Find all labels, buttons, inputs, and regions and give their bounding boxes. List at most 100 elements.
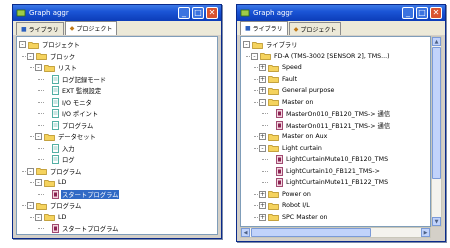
tree-folder-item[interactable]: - FD-A (TMS-3002 [SENSOR 2], TMS...) [251, 51, 391, 62]
tab-project[interactable]: ◆ プロジェクト [64, 21, 118, 35]
tree-folder-item[interactable]: - LD [35, 177, 67, 188]
folder-icon [268, 87, 279, 95]
maximize-button[interactable]: □ [416, 7, 428, 19]
window-title: Graph aggr [29, 9, 69, 17]
scroll-down-button[interactable]: ▼ [432, 217, 441, 226]
tree-item-label: 入力 [62, 145, 75, 153]
collapse-icon[interactable]: - [27, 52, 34, 60]
minimize-button[interactable]: _ [178, 7, 190, 19]
collapse-icon[interactable]: - [243, 41, 250, 48]
collapse-icon[interactable]: - [259, 98, 266, 106]
minimize-icon: _ [182, 8, 186, 17]
tree-item[interactable]: MasterOn010_FB120_TMS-> 通信 [267, 108, 391, 119]
tree-folder-item[interactable]: - プロジェクト [19, 39, 81, 50]
tree-connector [38, 101, 44, 103]
tree-folder-item[interactable]: + Speed [259, 62, 303, 73]
close-icon: ✕ [432, 8, 440, 17]
document-icon [52, 74, 59, 84]
tree-item[interactable]: LightCurtainMute11_FB122_TMS [267, 177, 389, 188]
tree-item[interactable]: I/O ポイント [43, 108, 99, 119]
tree-item[interactable]: プログラム [43, 120, 94, 131]
tree-folder-item[interactable]: + SPC Master on [259, 212, 329, 223]
tree-item-label: プログラム [50, 168, 82, 176]
tree-item-label: MasterOn010_FB120_TMS-> 通信 [286, 111, 391, 118]
expand-icon[interactable]: + [259, 75, 266, 83]
minimize-button[interactable]: _ [402, 7, 414, 19]
collapse-icon[interactable]: - [35, 179, 42, 186]
collapse-icon[interactable]: - [19, 41, 26, 48]
tree-item[interactable]: スタートプログラム [43, 223, 119, 234]
folder-icon [268, 98, 279, 106]
tree-item[interactable]: LightCurtain10_FB121_TMS-> [267, 166, 381, 177]
tree-folder-item[interactable]: + General purpose [259, 85, 335, 96]
tree-folder-item[interactable]: - リスト [35, 62, 78, 73]
tree-folder-item[interactable]: + Master on Aux [259, 131, 328, 142]
tree-folder-item[interactable]: + Fault [259, 74, 298, 85]
tab-library[interactable]: ■ ライブラリ [240, 21, 288, 35]
arrow-left-icon: ◀ [243, 229, 248, 236]
collapse-icon[interactable]: - [35, 213, 42, 221]
tree-folder-item[interactable]: - プログラム [27, 200, 82, 211]
tree-item[interactable]: 入力 [43, 143, 76, 154]
tab-library[interactable]: ■ ライブラリ [16, 22, 64, 35]
folder-icon [260, 52, 271, 60]
tree-item-label: EXT 監視設定 [62, 88, 102, 95]
tree-folder-item[interactable]: - Light curtain [259, 143, 323, 154]
tree-item[interactable]: ログ [43, 154, 76, 165]
app-icon [240, 8, 250, 18]
tree-item[interactable]: MasterOn011_FB121_TMS-> 通信 [267, 120, 391, 131]
project-tree[interactable]: - プロジェクト - ブロック - リスト ログ記録モード EXT 監視設定 I/O モニタ I/… [16, 36, 218, 235]
close-button[interactable]: ✕ [430, 7, 442, 19]
tree-connector [254, 90, 260, 91]
tab-project[interactable]: ◆ プロジェクト [288, 22, 342, 35]
tree-folder-item[interactable]: - プログラム [27, 166, 82, 177]
vertical-scrollbar[interactable]: ▲ ▼ [431, 36, 442, 227]
collapse-icon[interactable]: - [35, 133, 42, 140]
tree-connector [30, 136, 36, 137]
tree-item-label: スタートプログラム [61, 189, 120, 199]
expand-icon[interactable]: + [259, 190, 266, 198]
expand-icon[interactable]: + [259, 87, 266, 94]
right-title-bar[interactable]: Graph aggr _ □ ✕ [237, 5, 445, 21]
scroll-up-button[interactable]: ▲ [432, 37, 441, 46]
collapse-icon[interactable]: - [251, 52, 258, 60]
collapse-icon[interactable]: - [27, 202, 34, 209]
tree-item-label: Master on [282, 98, 314, 106]
folder-icon [44, 213, 55, 221]
tree-item[interactable]: I/O モニタ [43, 97, 93, 108]
tree-folder-item[interactable]: - LD [35, 212, 67, 223]
library-tree[interactable]: - ライブラリ - FD-A (TMS-3002 [SENSOR 2], TMS...… [240, 36, 431, 227]
tree-item[interactable]: スタートプログラム [43, 189, 120, 200]
app-icon [16, 8, 26, 18]
tree-folder-item[interactable]: - Master on [259, 97, 314, 108]
collapse-icon[interactable]: - [35, 64, 42, 71]
arrow-down-icon: ▼ [434, 218, 439, 225]
tree-item[interactable]: ログ記録モード [43, 74, 107, 85]
close-button[interactable]: ✕ [206, 7, 218, 19]
tree-item[interactable]: EXT 監視設定 [43, 85, 102, 96]
tree-connector [22, 55, 28, 57]
maximize-button[interactable]: □ [192, 7, 204, 19]
tree-folder-item[interactable]: + Power on [259, 189, 312, 200]
vertical-scroll-thumb[interactable] [432, 47, 441, 179]
tree-connector [30, 67, 36, 68]
collapse-icon[interactable]: - [259, 144, 266, 152]
collapse-icon[interactable]: - [27, 167, 34, 175]
expand-icon[interactable]: + [259, 64, 266, 71]
tree-item[interactable]: LightCurtainMute10_FB120_TMS [267, 154, 389, 165]
expand-icon[interactable]: + [259, 213, 266, 221]
horizontal-scroll-thumb[interactable] [251, 228, 371, 237]
tree-item-label: FD-A (TMS-3002 [SENSOR 2], TMS...) [274, 52, 390, 60]
tree-folder-item[interactable]: - ブロック [27, 51, 76, 62]
scroll-right-button[interactable]: ▶ [421, 228, 430, 237]
tree-folder-item[interactable]: - ライブラリ [243, 39, 298, 50]
scroll-left-button[interactable]: ◀ [241, 228, 250, 237]
left-title-bar[interactable]: Graph aggr _ □ ✕ [13, 5, 221, 21]
tree-item-label: リスト [58, 65, 77, 72]
expand-icon[interactable]: + [259, 133, 266, 140]
expand-icon[interactable]: + [259, 202, 266, 209]
tree-folder-item[interactable]: + Robot I/L [259, 200, 311, 211]
tree-connector [254, 136, 260, 137]
horizontal-scrollbar[interactable]: ◀ ▶ [240, 227, 431, 238]
tree-folder-item[interactable]: - データセット [35, 131, 97, 142]
